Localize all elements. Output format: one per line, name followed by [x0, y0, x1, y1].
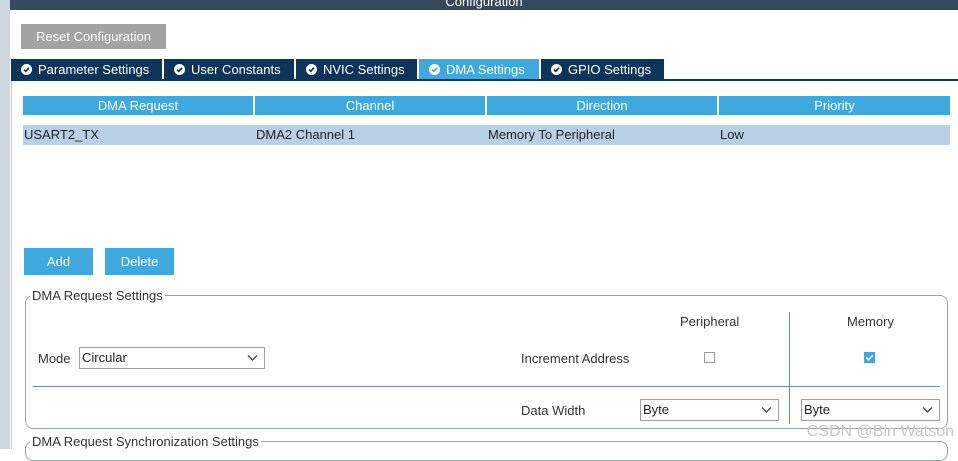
memory-data-width-select[interactable]: Byte	[801, 399, 940, 421]
tab-underline	[11, 79, 958, 81]
cell-channel[interactable]: DMA2 Channel 1	[255, 125, 485, 145]
peripheral-column-label: Peripheral	[680, 314, 740, 329]
table-row[interactable]: USART2_TX DMA2 Channel 1 Memory To Perip…	[23, 125, 950, 145]
check-circle-icon	[21, 63, 32, 75]
peripheral-increment-checkbox[interactable]	[704, 352, 715, 363]
chevron-down-icon	[922, 407, 933, 413]
tab-nvic-settings[interactable]: NVIC Settings	[296, 59, 417, 79]
watermark: CSDN @Bin Watson	[806, 423, 954, 440]
peripheral-data-width-select[interactable]: Byte	[640, 399, 779, 421]
column-header-priority[interactable]: Priority	[719, 96, 950, 115]
cell-direction[interactable]: Memory To Peripheral	[487, 125, 717, 145]
peripheral-data-width-value: Byte	[643, 402, 670, 417]
tab-label: User Constants	[191, 61, 281, 77]
table-header: DMA Request Channel Direction Priority	[23, 96, 950, 115]
tab-label: GPIO Settings	[568, 61, 652, 77]
cell-priority[interactable]: Low	[719, 125, 950, 145]
tab-label: Parameter Settings	[38, 61, 150, 77]
memory-column-label: Memory	[847, 314, 894, 329]
mode-label: Mode	[38, 351, 71, 366]
checkmark-icon	[865, 354, 874, 361]
group-legend: DMA Request Settings	[30, 288, 165, 303]
cell-dma-request[interactable]: USART2_TX	[23, 125, 253, 145]
column-header-direction[interactable]: Direction	[487, 96, 717, 115]
settings-tab-bar: Parameter Settings User Constants NVIC S…	[11, 59, 666, 79]
tab-gpio-settings[interactable]: GPIO Settings	[541, 59, 664, 79]
increment-address-label: Increment Address	[521, 351, 630, 366]
tab-label: DMA Settings	[446, 61, 525, 77]
title-bar: Configuration	[10, 0, 958, 10]
memory-increment-checkbox[interactable]	[864, 352, 875, 363]
dma-request-sync-settings-group: DMA Request Synchronization Settings	[25, 434, 948, 461]
mode-value: Circular	[82, 350, 127, 365]
column-divider	[789, 312, 790, 424]
add-button[interactable]: Add	[24, 248, 93, 275]
tab-dma-settings[interactable]: DMA Settings	[419, 59, 539, 79]
content-left-border	[11, 81, 12, 449]
row-divider	[33, 386, 940, 387]
left-panel-strip	[0, 0, 10, 449]
check-circle-icon	[429, 63, 440, 75]
chevron-down-icon	[761, 407, 772, 413]
chevron-down-icon	[247, 355, 258, 361]
reset-configuration-button[interactable]: Reset Configuration	[21, 24, 166, 49]
memory-data-width-value: Byte	[804, 402, 831, 417]
check-circle-icon	[174, 63, 185, 75]
mode-select[interactable]: Circular	[79, 347, 265, 369]
tab-parameter-settings[interactable]: Parameter Settings	[11, 59, 162, 79]
tab-label: NVIC Settings	[323, 61, 405, 77]
data-width-label: Data Width	[521, 403, 586, 418]
column-header-dma-request[interactable]: DMA Request	[23, 96, 253, 115]
delete-button[interactable]: Delete	[105, 248, 174, 275]
dma-request-table: DMA Request Channel Direction Priority U…	[23, 96, 950, 145]
column-header-channel[interactable]: Channel	[255, 96, 485, 115]
window-title: Configuration	[445, 0, 523, 9]
tab-user-constants[interactable]: User Constants	[164, 59, 294, 79]
group-legend: DMA Request Synchronization Settings	[30, 434, 261, 449]
check-circle-icon	[306, 63, 317, 75]
check-circle-icon	[551, 63, 562, 75]
